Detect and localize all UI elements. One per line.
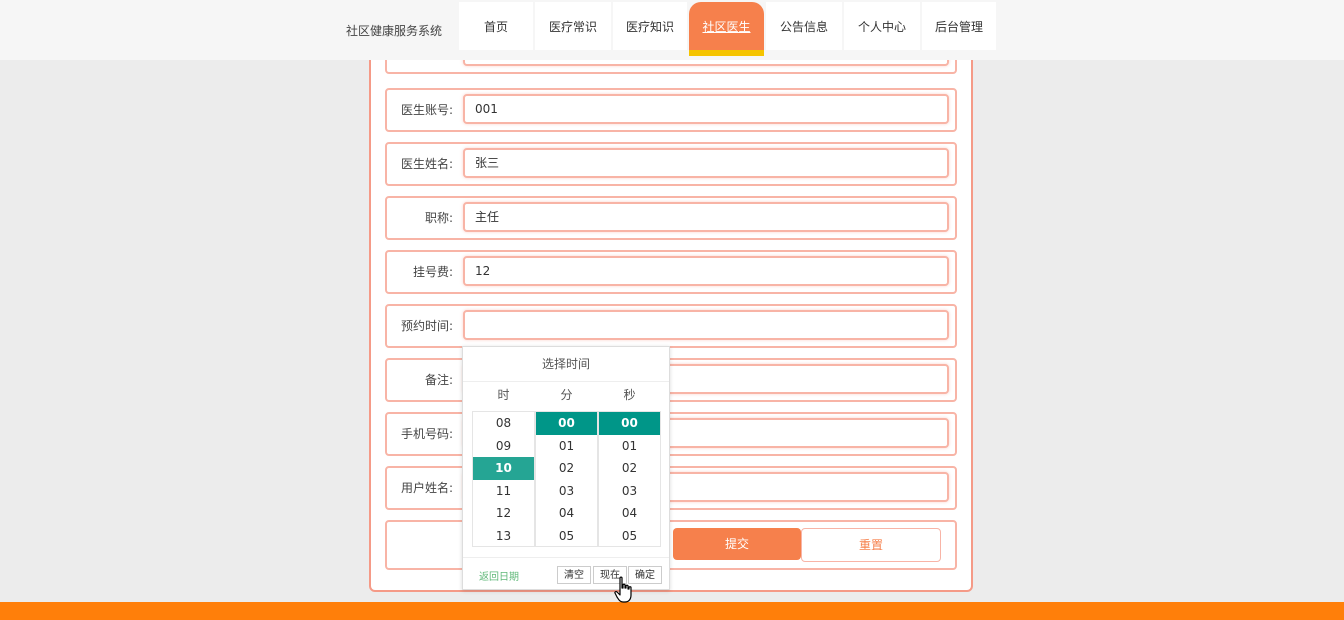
hand-pointer-icon: [614, 576, 634, 607]
hour-option[interactable]: 11: [473, 480, 534, 503]
form-row-registration-fee: 挂号费: 12: [385, 250, 957, 294]
hour-column-header: 时: [497, 388, 510, 402]
minute-list[interactable]: 00 01 02 03 04 05: [535, 411, 598, 547]
form-row-doctor-account: 医生账号: 001: [385, 88, 957, 132]
nav-announcements[interactable]: 公告信息: [766, 2, 842, 50]
hour-list[interactable]: 08 09 10 11 12 13: [472, 411, 535, 547]
second-option[interactable]: 05: [599, 525, 660, 546]
form-row-doctor-name: 医生姓名: 张三: [385, 142, 957, 186]
top-navbar: 社区健康服务系统 首页 医疗常识 医疗知识 社区医生 公告信息 个人中心 后台管…: [0, 0, 1344, 60]
hour-option[interactable]: 08: [473, 412, 534, 435]
nav-admin[interactable]: 后台管理: [922, 2, 996, 50]
registration-fee-input[interactable]: 12: [463, 256, 949, 286]
user-name-label: 用户姓名:: [400, 481, 453, 495]
second-option[interactable]: 01: [599, 435, 660, 458]
minute-option[interactable]: 02: [536, 457, 597, 480]
hour-option[interactable]: 13: [473, 525, 534, 546]
second-option[interactable]: 03: [599, 480, 660, 503]
nav-medical-knowledge[interactable]: 医疗知识: [613, 2, 687, 50]
appointment-form: 医生账号: 001 医生姓名: 张三 职称: 主任 挂号费: 12 预约时间: …: [369, 30, 973, 592]
appointment-time-input[interactable]: [463, 310, 949, 340]
main-nav: 首页 医疗常识 医疗知识 社区医生 公告信息 个人中心 后台管理: [459, 2, 998, 56]
doctor-name-label: 医生姓名:: [400, 157, 453, 171]
hour-option[interactable]: 09: [473, 435, 534, 458]
time-picker-title: 选择时间: [463, 347, 669, 382]
clear-button[interactable]: 清空: [557, 566, 591, 584]
minute-column-header: 分: [560, 388, 573, 402]
remarks-label: 备注:: [424, 373, 453, 387]
appointment-time-label: 预约时间:: [400, 319, 453, 333]
time-picker: 选择时间 时 分 秒 08 09 10 11 12 13 00 01 02 03…: [462, 346, 670, 590]
hour-option[interactable]: 12: [473, 502, 534, 525]
second-option[interactable]: 04: [599, 502, 660, 525]
minute-option[interactable]: 05: [536, 525, 597, 546]
second-column-header: 秒: [623, 388, 636, 402]
nav-home[interactable]: 首页: [459, 2, 533, 50]
form-row-title: 职称: 主任: [385, 196, 957, 240]
phone-label: 手机号码:: [400, 427, 453, 441]
minute-option[interactable]: 04: [536, 502, 597, 525]
title-input[interactable]: 主任: [463, 202, 949, 232]
time-picker-footer: 返回日期 清空 现在 确定: [463, 557, 669, 590]
site-title: 社区健康服务系统: [346, 24, 443, 38]
registration-fee-label: 挂号费:: [412, 265, 453, 279]
second-option[interactable]: 02: [599, 457, 660, 480]
doctor-account-input[interactable]: 001: [463, 94, 949, 124]
minute-option-selected[interactable]: 00: [536, 412, 597, 435]
nav-medical-common-sense[interactable]: 医疗常识: [535, 2, 611, 50]
footer-bar: [0, 602, 1344, 620]
reset-button[interactable]: 重置: [801, 528, 941, 562]
nav-community-doctor[interactable]: 社区医生: [689, 2, 764, 56]
back-to-date-link[interactable]: 返回日期: [479, 568, 519, 583]
hour-option-selected[interactable]: 10: [473, 457, 534, 480]
minute-option[interactable]: 03: [536, 480, 597, 503]
minute-option[interactable]: 01: [536, 435, 597, 458]
second-list[interactable]: 00 01 02 03 04 05: [598, 411, 661, 547]
submit-button[interactable]: 提交: [673, 528, 801, 560]
nav-personal-center[interactable]: 个人中心: [844, 2, 920, 50]
form-row-appointment-time: 预约时间:: [385, 304, 957, 348]
doctor-name-input[interactable]: 张三: [463, 148, 949, 178]
title-label: 职称:: [424, 211, 453, 225]
doctor-account-label: 医生账号:: [400, 103, 453, 117]
second-option-selected[interactable]: 00: [599, 412, 660, 435]
